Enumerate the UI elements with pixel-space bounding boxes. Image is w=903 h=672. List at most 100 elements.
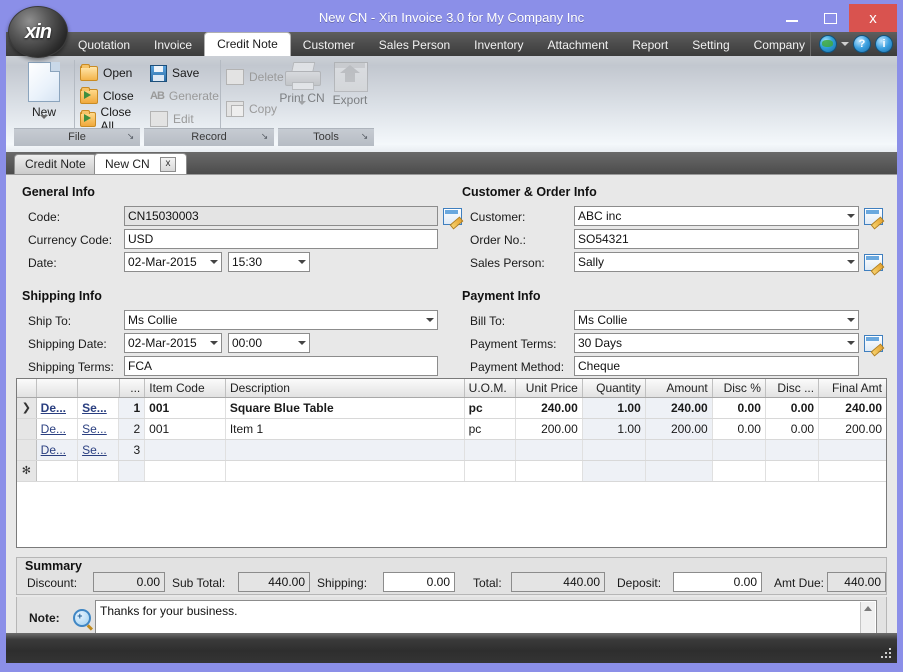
ship-to-dropdown-icon[interactable] <box>426 318 434 322</box>
sales-person-field[interactable]: Sally <box>574 252 859 272</box>
doc-tab-new-cn[interactable]: New CN x <box>94 153 188 175</box>
payment-terms-field[interactable]: 30 Days <box>574 333 859 353</box>
shipping-time-field[interactable]: 00:00 <box>228 333 310 353</box>
generate-button[interactable]: AB Generate <box>150 85 219 107</box>
table-row[interactable]: De... Se... 3 <box>17 440 886 461</box>
help-icon[interactable]: ? <box>853 35 871 53</box>
bill-to-dropdown-icon[interactable] <box>847 318 855 322</box>
copy-button[interactable]: Copy <box>226 98 277 120</box>
date-field[interactable]: 02-Mar-2015 <box>124 252 222 272</box>
row-detail-link-2[interactable]: De... <box>41 422 66 436</box>
payment-terms-dropdown-icon[interactable] <box>847 341 855 345</box>
row-selector-1[interactable]: ❯ <box>17 398 37 418</box>
row-uom-2[interactable]: pc <box>465 419 516 439</box>
row-disc-amt-1[interactable]: 0.00 <box>766 398 820 418</box>
doc-tab-close-icon[interactable]: x <box>160 157 177 173</box>
row-unit-price-1[interactable]: 240.00 <box>516 398 583 418</box>
amt-due-field[interactable]: 440.00 <box>827 572 886 592</box>
menu-tab-attachment[interactable]: Attachment <box>536 34 621 56</box>
grid-col-disc-pct[interactable]: Disc % <box>713 379 766 397</box>
code-field[interactable]: CN15030003 <box>124 206 438 226</box>
app-logo-button[interactable]: xin <box>8 6 68 58</box>
sales-person-edit-icon[interactable] <box>864 254 883 271</box>
menu-tab-quotation[interactable]: Quotation <box>66 34 142 56</box>
ship-to-field[interactable]: Ms Collie <box>124 310 438 330</box>
row-disc-pct-1[interactable]: 0.00 <box>713 398 766 418</box>
row-quantity-2[interactable]: 1.00 <box>582 419 646 439</box>
new-button[interactable]: New <box>16 62 72 133</box>
shipping-terms-field[interactable]: FCA <box>124 356 438 376</box>
sub-total-field[interactable]: 440.00 <box>238 572 310 592</box>
table-row[interactable]: ❯ De... Se... 1 001 Square Blue Table pc… <box>17 398 886 419</box>
deposit-field[interactable]: 0.00 <box>673 572 762 592</box>
shipping-time-dropdown-icon[interactable] <box>298 341 306 345</box>
time-dropdown-icon[interactable] <box>298 260 306 264</box>
row-unit-price-2[interactable]: 200.00 <box>516 419 583 439</box>
bill-to-field[interactable]: Ms Collie <box>574 310 859 330</box>
discount-field[interactable]: 0.00 <box>93 572 165 592</box>
table-new-row[interactable]: ✻ <box>17 461 886 482</box>
close-button[interactable]: x <box>849 4 897 32</box>
row-disc-pct-3[interactable] <box>712 440 766 460</box>
grid-col-final-amt[interactable]: Final Amt <box>819 379 886 397</box>
zoom-in-icon[interactable]: + <box>73 609 91 627</box>
total-field[interactable]: 440.00 <box>511 572 605 592</box>
row-description-2[interactable]: Item 1 <box>226 419 465 439</box>
row-disc-pct-2[interactable]: 0.00 <box>713 419 766 439</box>
customer-field[interactable]: ABC inc <box>574 206 859 226</box>
row-item-code-3[interactable] <box>145 440 226 460</box>
menu-tab-company[interactable]: Company <box>742 34 817 56</box>
doc-tab-credit-note[interactable]: Credit Note <box>14 154 97 175</box>
order-no-field[interactable]: SO54321 <box>574 229 859 249</box>
grid-col-unit-price[interactable]: Unit Price <box>516 379 583 397</box>
row-uom-1[interactable]: pc <box>465 398 516 418</box>
grid-col-amount[interactable]: Amount <box>646 379 713 397</box>
print-cn-dropdown-icon[interactable] <box>298 101 306 119</box>
print-cn-button[interactable]: Print CN <box>276 62 328 119</box>
scroll-up-icon[interactable] <box>864 606 872 611</box>
row-disc-amt-2[interactable]: 0.00 <box>766 419 820 439</box>
shipping-date-dropdown-icon[interactable] <box>210 341 218 345</box>
row-select-link-2[interactable]: Se... <box>82 422 107 436</box>
menu-tab-customer[interactable]: Customer <box>291 34 367 56</box>
shipping-date-field[interactable]: 02-Mar-2015 <box>124 333 222 353</box>
row-quantity-3[interactable] <box>582 440 646 460</box>
resize-grip-icon[interactable] <box>881 648 893 660</box>
row-description-1[interactable]: Square Blue Table <box>226 398 465 418</box>
row-item-code-2[interactable]: 001 <box>145 419 226 439</box>
currency-code-field[interactable]: USD <box>124 229 438 249</box>
grid-col-item-code[interactable]: Item Code <box>145 379 226 397</box>
payment-method-field[interactable]: Cheque <box>574 356 859 376</box>
menu-tab-inventory[interactable]: Inventory <box>462 34 535 56</box>
table-row[interactable]: De... Se... 2 001 Item 1 pc 200.00 1.00 … <box>17 419 886 440</box>
maximize-button[interactable] <box>811 4 849 32</box>
minimize-button[interactable] <box>773 4 811 32</box>
save-button[interactable]: Save <box>150 62 199 84</box>
grid-col-uom[interactable]: U.O.M. <box>465 379 516 397</box>
record-dialog-launcher-icon[interactable]: ↘ <box>259 131 270 142</box>
row-selector-3[interactable] <box>17 440 37 460</box>
row-quantity-1[interactable]: 1.00 <box>582 398 646 418</box>
tools-dialog-launcher-icon[interactable]: ↘ <box>359 131 370 142</box>
menu-tab-setting[interactable]: Setting <box>680 34 741 56</box>
customer-dropdown-icon[interactable] <box>847 214 855 218</box>
row-select-link-1[interactable]: Se... <box>82 401 107 415</box>
file-dialog-launcher-icon[interactable]: ↘ <box>125 131 136 142</box>
shipping-field[interactable]: 0.00 <box>383 572 455 592</box>
open-button[interactable]: Open <box>80 62 132 84</box>
grid-col-description[interactable]: Description <box>226 379 465 397</box>
menu-tab-sales-person[interactable]: Sales Person <box>367 34 462 56</box>
time-field[interactable]: 15:30 <box>228 252 310 272</box>
line-items-grid[interactable]: ... Item Code Description U.O.M. Unit Pr… <box>16 378 887 548</box>
grid-col-quantity[interactable]: Quantity <box>583 379 646 397</box>
menu-tab-invoice[interactable]: Invoice <box>142 34 204 56</box>
menu-tab-credit-note[interactable]: Credit Note <box>204 32 291 56</box>
info-icon[interactable]: i <box>875 35 893 53</box>
close-button-ribbon[interactable]: Close <box>80 85 134 107</box>
row-uom-3[interactable] <box>464 440 516 460</box>
export-button[interactable]: Export <box>324 62 376 107</box>
close-all-button[interactable]: Close All <box>80 105 140 133</box>
row-description-3[interactable] <box>225 440 465 460</box>
row-detail-link-3[interactable]: De... <box>41 443 66 457</box>
row-item-code-1[interactable]: 001 <box>145 398 226 418</box>
